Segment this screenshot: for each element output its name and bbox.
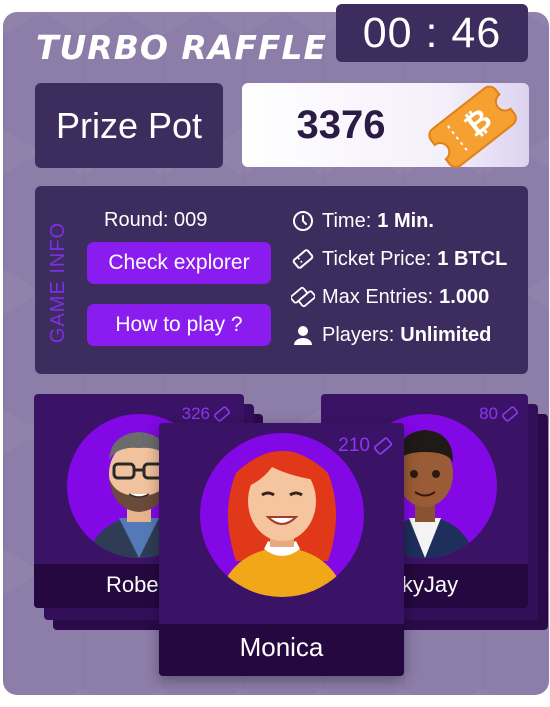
countdown-timer: 00 : 46 [336,4,528,62]
stat-players: Players: Unlimited [291,321,491,349]
bitcoin-ticket-icon: ₿ [428,85,517,168]
ticket-icon [374,437,392,455]
stat-time: Time: 1 Min. [291,207,434,235]
game-title: TURBO RAFFLE [36,28,328,67]
player-name-monica: Monica [239,632,324,662]
check-explorer-button[interactable]: Check explorer [87,242,271,284]
user-icon [291,323,315,347]
tickets-icon [291,285,315,309]
prize-pot-label: Prize Pot [35,83,223,168]
how-to-play-button[interactable]: How to play ? [87,304,271,346]
prize-pot-box: 3376 ₿ [242,83,529,168]
ticket-icon [214,406,230,422]
stat-max-entries: Max Entries: 1.000 [291,283,489,311]
ticket-count: 80 [479,404,518,424]
round-number: Round: 009 [104,209,208,231]
player-card-monica[interactable]: 210 Monica [159,423,404,676]
ticket-icon [291,247,315,271]
game-info-panel: GAME INFO Round: 009 Check explorer How … [35,186,528,374]
clock-icon [291,209,315,233]
stat-ticket-price: Ticket Price: 1 BTCL [291,245,507,273]
ticket-icon [502,406,518,422]
avatar-monica [200,433,364,597]
ticket-count: 210 [338,435,392,457]
prize-pot-value: 3376 [296,103,386,147]
ticket-count: 326 [182,404,230,424]
game-info-vertical-label: GAME INFO [47,221,70,343]
